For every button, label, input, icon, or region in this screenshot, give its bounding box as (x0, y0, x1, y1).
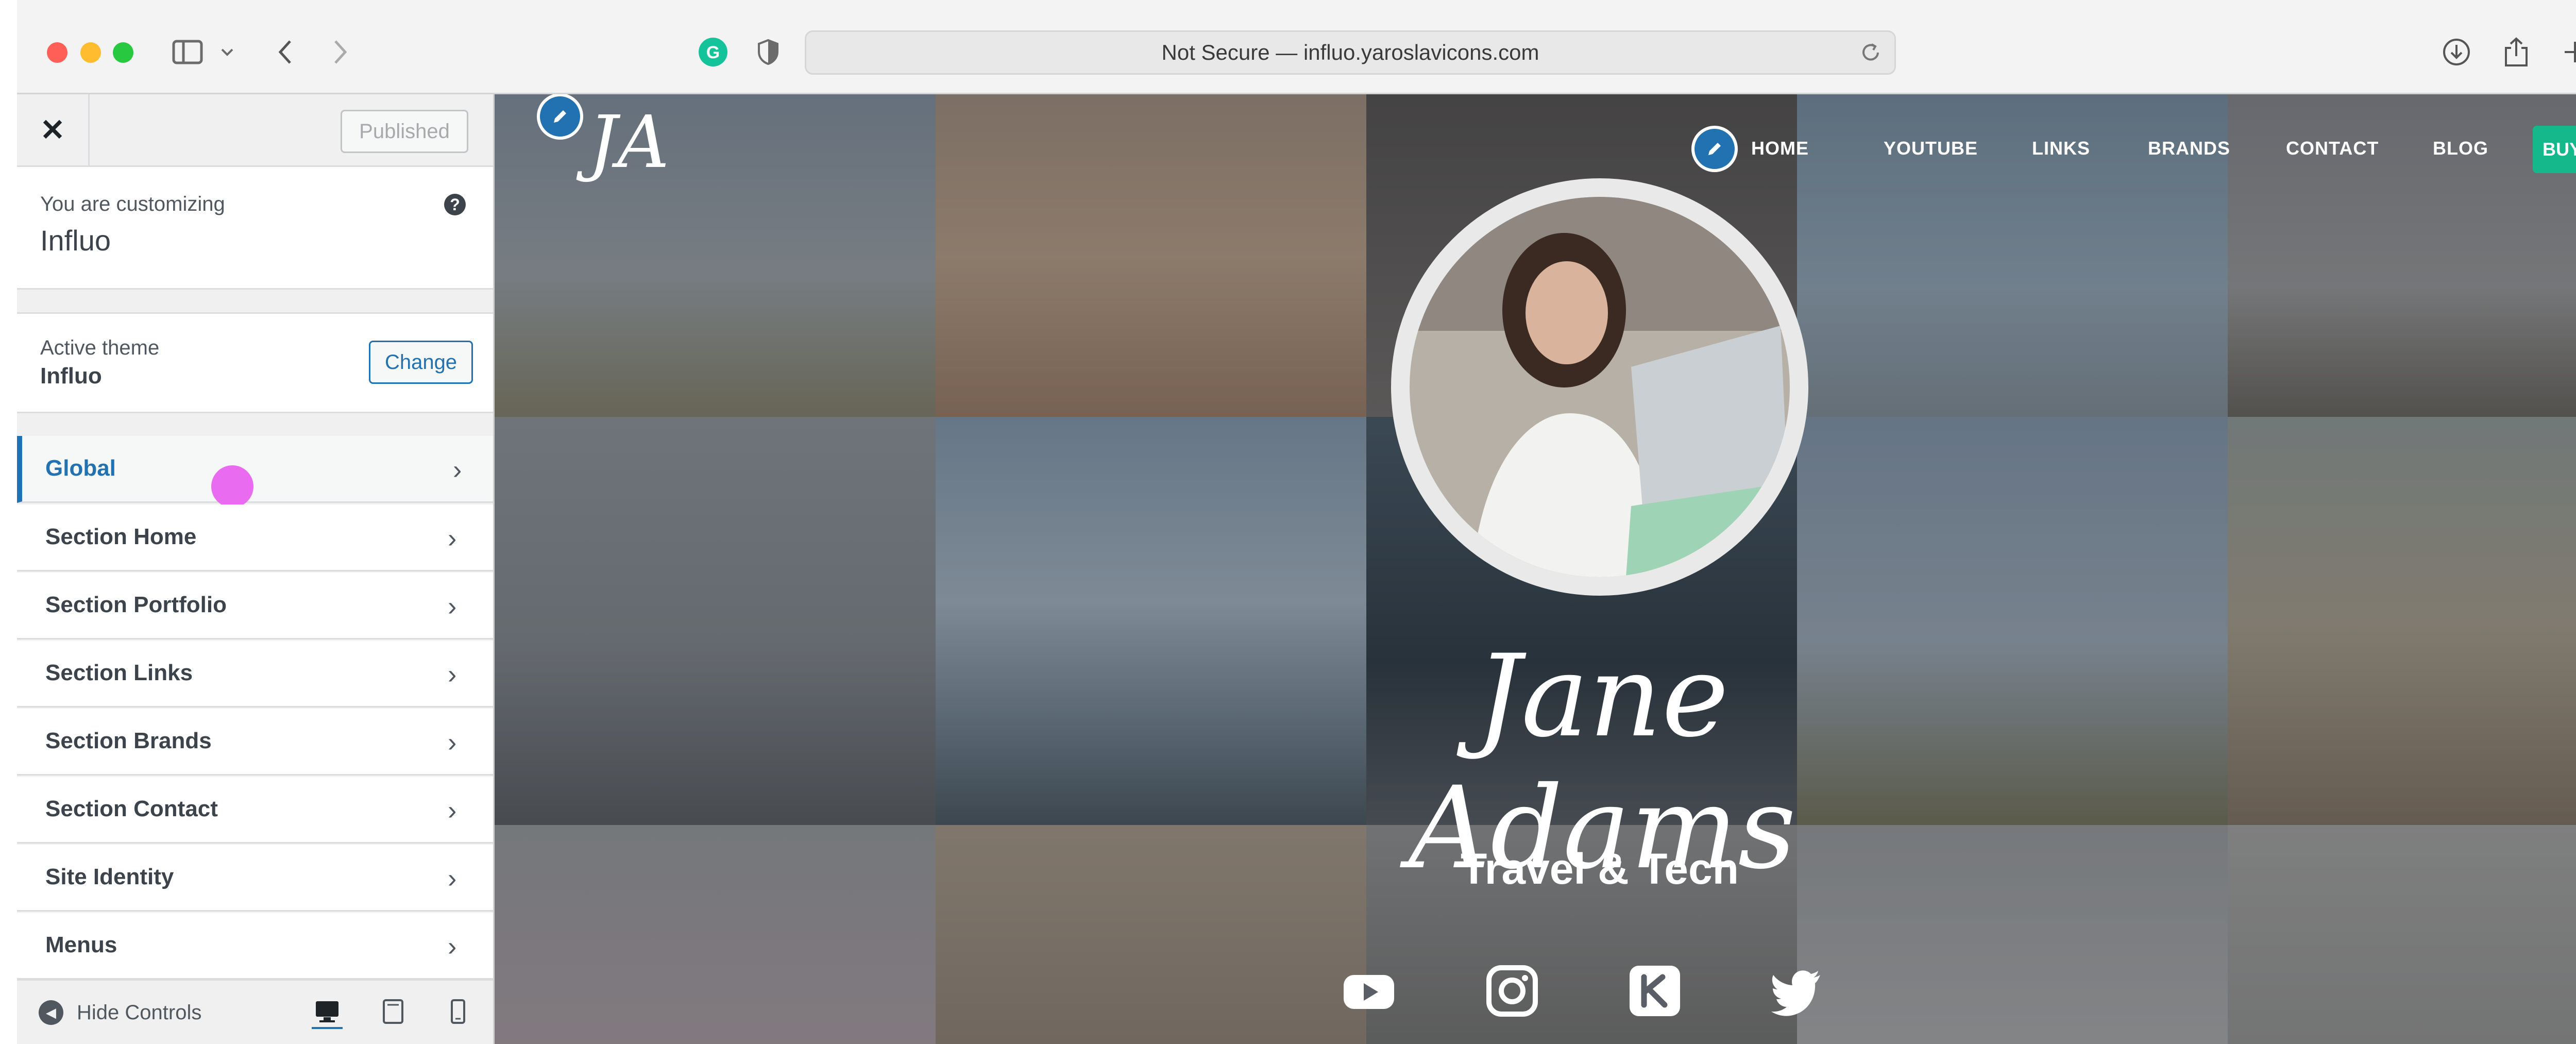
browser-toolbar: G Not Secure — influo.yaroslavicons.com (17, 0, 2576, 94)
chevron-right-icon: › (453, 455, 462, 485)
nav-brands[interactable]: BRANDS (2148, 138, 2230, 159)
customizer-footer: ◀ Hide Controls (17, 979, 493, 1044)
sidebar-item-section-contact[interactable]: Section Contact › (17, 777, 493, 844)
chevron-right-icon: › (448, 864, 457, 894)
sidebar-toggle-icon[interactable] (170, 34, 206, 70)
site-preview: JA HOME YOUTUBE LINKS BRANDS CONTACT BLO… (495, 94, 2576, 1044)
collapse-icon: ◀ (39, 1000, 63, 1025)
tablet-icon[interactable] (378, 996, 409, 1027)
edit-menu-pencil-icon[interactable] (1691, 126, 1738, 172)
sidebar-item-menus[interactable]: Menus › (17, 913, 493, 980)
sidebar-item-section-home[interactable]: Section Home › (17, 504, 493, 571)
zoom-window-button[interactable] (113, 42, 133, 63)
chevron-down-icon[interactable] (217, 34, 238, 70)
close-window-button[interactable] (47, 42, 67, 63)
sidebar-item-label: Section Portfolio (45, 592, 227, 617)
privacy-shield-icon[interactable] (753, 34, 784, 70)
chevron-right-icon: › (448, 728, 457, 757)
sidebar-item-section-portfolio[interactable]: Section Portfolio › (17, 572, 493, 639)
chevron-right-icon: › (448, 932, 457, 962)
forward-icon[interactable] (325, 34, 356, 70)
sidebar-item-label: Site Identity (45, 864, 174, 889)
address-bar[interactable]: Not Secure — influo.yaroslavicons.com (805, 30, 1896, 75)
nav-blog[interactable]: BLOG (2433, 138, 2488, 159)
nav-links[interactable]: LINKS (2032, 138, 2090, 159)
share-icon[interactable] (2498, 34, 2534, 70)
chevron-right-icon: › (448, 524, 457, 553)
change-theme-button[interactable]: Change (369, 341, 473, 384)
instagram-icon[interactable] (1484, 963, 1540, 1019)
nav-contact[interactable]: CONTACT (2286, 138, 2379, 159)
site-name: Influo (40, 224, 111, 257)
buy-button[interactable]: BUY (2533, 126, 2576, 173)
active-theme-name: Influo (40, 363, 102, 389)
sidebar-item-section-links[interactable]: Section Links › (17, 641, 493, 708)
active-theme-panel: Active theme Influo Change (17, 312, 493, 413)
tagline: Travel & Tech (1460, 845, 1739, 893)
profile-photo (1391, 178, 1808, 596)
svg-text:G: G (706, 43, 720, 62)
chevron-right-icon: › (448, 592, 457, 621)
sidebar-item-label: Section Contact (45, 796, 218, 821)
browser-window: G Not Secure — influo.yaroslavicons.com … (17, 0, 2576, 1044)
customizing-info: You are customizing Influo ? (17, 167, 493, 290)
chevron-right-icon: › (448, 660, 457, 689)
site-logo[interactable]: JA (588, 100, 669, 184)
help-icon[interactable]: ? (444, 194, 466, 215)
reload-icon[interactable] (1859, 41, 1882, 69)
vk-icon[interactable] (1626, 963, 1683, 1019)
twitter-icon[interactable] (1769, 963, 1825, 1019)
hide-controls-button[interactable]: ◀ Hide Controls (39, 1000, 201, 1025)
pointer-cursor (211, 465, 253, 508)
youtube-icon[interactable] (1341, 963, 1397, 1019)
sidebar-item-label: Global (45, 456, 116, 481)
sidebar-item-site-identity[interactable]: Site Identity › (17, 845, 493, 912)
sidebar-item-global[interactable]: Global › (17, 436, 493, 508)
sidebar-item-section-brands[interactable]: Section Brands › (17, 709, 493, 776)
sidebar-item-label: Section Brands (45, 728, 212, 753)
active-theme-label: Active theme (40, 336, 160, 359)
edit-logo-pencil-icon[interactable] (537, 94, 583, 140)
download-icon[interactable] (2438, 34, 2475, 70)
desktop-icon[interactable] (312, 996, 343, 1029)
mobile-icon[interactable] (443, 996, 473, 1027)
grammarly-icon[interactable]: G (695, 34, 731, 70)
close-customizer-button[interactable]: ✕ (17, 94, 90, 165)
minimize-window-button[interactable] (80, 42, 101, 63)
sidebar-item-label: Menus (45, 932, 117, 957)
sidebar-item-label: Section Links (45, 660, 193, 685)
hide-controls-label: Hide Controls (77, 1001, 202, 1024)
new-tab-icon[interactable] (2557, 34, 2576, 70)
customizer-sidebar: ✕ Published You are customizing Influo ?… (17, 94, 495, 1044)
customizing-label: You are customizing (40, 193, 225, 215)
published-button[interactable]: Published (341, 110, 468, 153)
customizer-header: ✕ Published (17, 94, 493, 167)
url-text: Not Secure — influo.yaroslavicons.com (1161, 40, 1539, 64)
back-icon[interactable] (269, 34, 300, 70)
chevron-right-icon: › (448, 796, 457, 826)
nav-youtube[interactable]: YOUTUBE (1884, 138, 1978, 159)
nav-home[interactable]: HOME (1751, 138, 1809, 159)
sidebar-item-label: Section Home (45, 524, 197, 549)
